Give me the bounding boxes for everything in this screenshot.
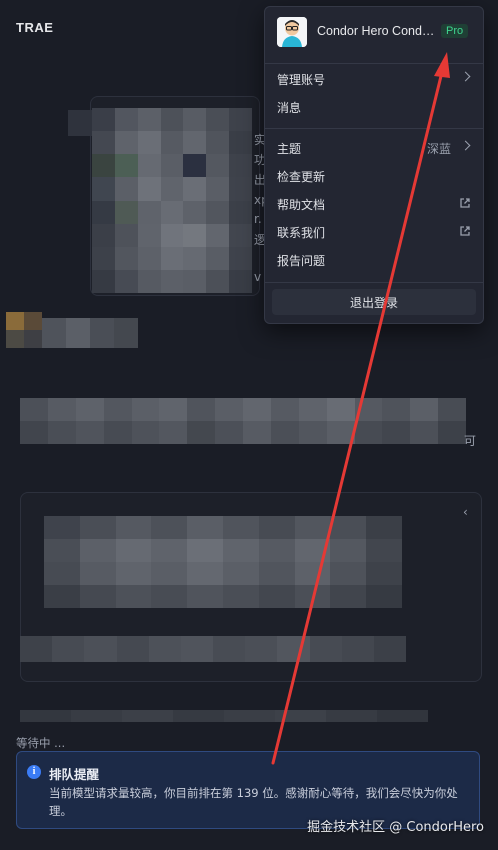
watermark: 掘金技术社区 @ CondorHero (307, 820, 484, 835)
annotation-arrow (271, 52, 450, 765)
